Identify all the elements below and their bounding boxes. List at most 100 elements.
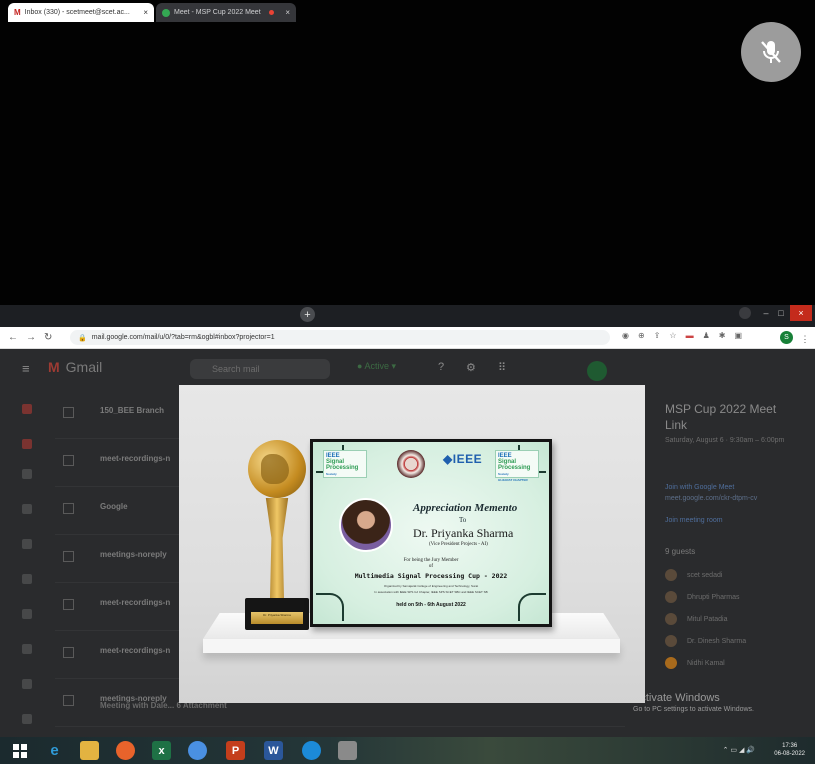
checkbox[interactable] <box>63 407 74 418</box>
reload-icon[interactable]: ↻ <box>44 332 52 343</box>
new-tab-button[interactable]: + <box>300 307 315 322</box>
excel-icon[interactable]: x <box>152 741 171 760</box>
held-on-line: held on 5th - 6th August 2022 <box>396 602 466 608</box>
tab-meet[interactable]: Meet - MSP Cup 2022 Meet × <box>156 3 296 22</box>
minimize-button[interactable]: – <box>760 305 772 321</box>
paint-icon[interactable] <box>338 741 357 760</box>
extension-icon[interactable]: ♟ <box>703 331 710 340</box>
event-side-panel: MSP Cup 2022 Meet Link Saturday, August … <box>645 389 815 734</box>
tab-gmail-inbox[interactable]: M Inbox (330) - scetmeet@scet.ac... × <box>8 3 154 22</box>
firefox-icon[interactable] <box>116 741 135 760</box>
chat-icon[interactable] <box>22 644 32 654</box>
sidepanel-icon[interactable]: ▣ <box>734 331 742 340</box>
certificate-title: Appreciation Memento <box>413 502 518 514</box>
recording-dot-icon <box>268 10 274 15</box>
certificate: IEEE Signal Processing Society ◆IEEE IEEE Si… <box>313 442 549 624</box>
tab-search-icon[interactable] <box>738 305 752 321</box>
gmail-sidebar <box>0 394 48 734</box>
recipient-photo <box>339 498 393 552</box>
share-icon[interactable]: ⇪ <box>654 331 661 340</box>
checkbox[interactable] <box>63 551 74 562</box>
recipient-role: (Vice President Projects - AI) <box>429 542 488 547</box>
drafts-icon[interactable] <box>22 574 32 584</box>
forward-icon[interactable]: → <box>26 332 36 343</box>
close-window-button[interactable]: × <box>790 305 812 321</box>
gear-icon[interactable]: ⚙ <box>466 361 476 374</box>
video-icon[interactable] <box>22 714 32 724</box>
college-seal-logo <box>397 450 425 478</box>
checkbox[interactable] <box>63 599 74 610</box>
guests-title: 9 guests <box>665 547 696 556</box>
guest-item: Nidhi Kamal <box>665 657 725 669</box>
windows-start-icon[interactable] <box>10 741 29 760</box>
meet-icon <box>162 8 170 17</box>
windows-taskbar: e x P W ⌃ ▭ ◢ 🔊 17:36 06-08-2022 <box>0 737 815 764</box>
gmail-icon: M <box>14 8 21 17</box>
gmail-header: ≡ M Gmail Search mail ● Active ▾ ? ⚙ ⠿ <box>0 349 815 389</box>
sent-icon[interactable] <box>22 539 32 549</box>
chrome-icon[interactable] <box>188 741 207 760</box>
file-explorer-icon[interactable] <box>80 741 99 760</box>
status-badge[interactable]: ● Active ▾ <box>357 361 396 372</box>
eye-icon[interactable]: ◉ <box>622 331 629 340</box>
checkbox[interactable] <box>63 695 74 706</box>
avatar <box>665 613 677 625</box>
meet-nav-icon[interactable] <box>22 679 32 689</box>
tab-label: Meet - MSP Cup 2022 Meet <box>174 9 261 16</box>
organizer-line: Organized by Sarvajanik College of Engin… <box>383 584 479 588</box>
sps-logo-left: IEEE Signal Processing Society <box>323 450 367 478</box>
projector-image[interactable]: Dr. Priyanka Sharma IEEE Signal Processing… <box>179 385 645 703</box>
certificate-frame: IEEE Signal Processing Society ◆IEEE IEEE Si… <box>310 439 552 627</box>
extension-icon[interactable]: ▬ <box>686 331 694 340</box>
guest-item: Dhrupti Pharmas <box>665 591 740 603</box>
toolbar-icons: ◉ ⊕ ⇪ ☆ ▬ ♟ ✱ ▣ <box>622 331 742 340</box>
jury-line: For being the Jury Member <box>403 558 459 563</box>
apps-icon[interactable]: ⠿ <box>498 361 506 374</box>
trophy-image: Dr. Priyanka Sharma <box>245 440 311 630</box>
search-input[interactable]: Search mail <box>190 359 330 379</box>
bookmark-star-icon[interactable]: ☆ <box>669 331 676 340</box>
join-meet-link[interactable]: Join with Google Meet <box>665 484 734 491</box>
event-date: Saturday, August 6 · 9:30am – 6:00pm <box>665 437 785 444</box>
snoozed-icon[interactable] <box>22 504 32 514</box>
event-title: MSP Cup 2022 Meet Link <box>665 402 777 432</box>
meet-video-area <box>0 0 815 305</box>
help-icon[interactable]: ? <box>438 361 444 373</box>
close-tab-icon[interactable]: × <box>285 8 290 17</box>
labels-icon[interactable] <box>22 609 32 619</box>
lock-icon: 🔒 <box>78 334 87 342</box>
avatar <box>665 591 677 603</box>
internet-explorer-icon[interactable]: e <box>45 741 64 760</box>
back-icon[interactable]: ← <box>8 332 18 343</box>
puzzle-icon[interactable]: ✱ <box>719 331 726 340</box>
event-name: Multimedia Signal Processing Cup - 2022 <box>354 572 508 580</box>
compose-icon[interactable] <box>22 404 32 414</box>
activate-windows-watermark: Activate Windows Go to PC settings to ac… <box>633 692 754 713</box>
menu-icon[interactable]: ⋮ <box>801 331 810 347</box>
profile-avatar[interactable]: S <box>780 331 793 344</box>
checkbox[interactable] <box>63 647 74 658</box>
clock[interactable]: 17:36 06-08-2022 <box>774 742 805 758</box>
word-icon[interactable]: W <box>264 741 283 760</box>
checkbox[interactable] <box>63 455 74 466</box>
certificate-logos: IEEE Signal Processing Society ◆IEEE IEEE Si… <box>319 450 543 482</box>
gmail-logo: M Gmail <box>48 359 103 375</box>
checkbox[interactable] <box>63 503 74 514</box>
system-tray[interactable]: ⌃ ▭ ◢ 🔊 <box>723 746 755 754</box>
inbox-icon[interactable] <box>22 439 32 449</box>
mic-off-icon[interactable] <box>741 22 801 82</box>
powerpoint-icon[interactable]: P <box>226 741 245 760</box>
avatar <box>665 635 677 647</box>
gmail-account-avatar[interactable] <box>587 361 607 381</box>
hamburger-icon[interactable]: ≡ <box>22 361 30 376</box>
maximize-button[interactable]: □ <box>775 305 787 321</box>
address-bar[interactable]: 🔒 mail.google.com/mail/u/0/?tab=rm&ogbl#… <box>70 330 610 345</box>
zoom-icon[interactable]: ⊕ <box>638 331 645 340</box>
join-room-link[interactable]: Join meeting room <box>665 517 723 524</box>
trophy-plate: Dr. Priyanka Sharma <box>251 612 303 624</box>
edge-icon[interactable] <box>302 741 321 760</box>
of-line: of <box>428 564 434 569</box>
avatar <box>665 569 677 581</box>
starred-icon[interactable] <box>22 469 32 479</box>
close-tab-icon[interactable]: × <box>143 8 148 17</box>
